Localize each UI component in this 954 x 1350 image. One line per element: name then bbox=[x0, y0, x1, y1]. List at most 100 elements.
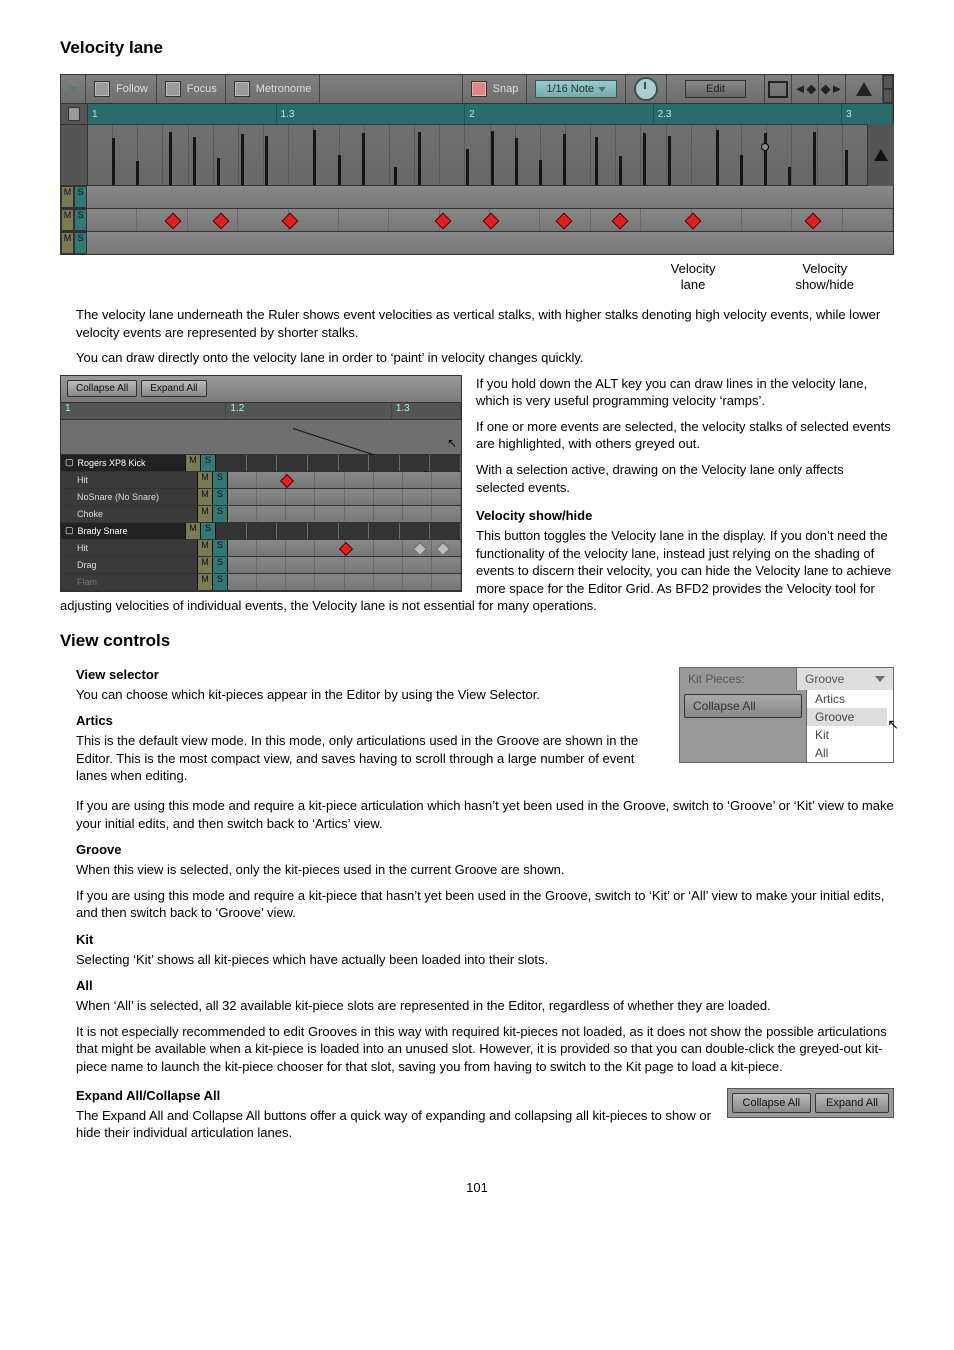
clock-icon bbox=[634, 77, 658, 101]
page-number: 101 bbox=[60, 1180, 894, 1195]
focus-checkbox-icon bbox=[165, 81, 181, 97]
mute-button[interactable]: M bbox=[198, 557, 213, 573]
solo-button[interactable]: S bbox=[201, 523, 216, 539]
ruler-mark: 2.3 bbox=[658, 109, 672, 120]
snap-value-dropdown[interactable]: 1/16 Note bbox=[527, 75, 626, 103]
solo-button[interactable]: S bbox=[74, 186, 87, 208]
solo-button[interactable]: S bbox=[213, 574, 228, 590]
mute-button[interactable]: M bbox=[198, 574, 213, 590]
view-option-groove[interactable]: Groove bbox=[807, 708, 887, 726]
heading-all: All bbox=[76, 978, 894, 993]
view-option-all[interactable]: All bbox=[807, 744, 887, 762]
expand-all-button[interactable]: Expand All bbox=[815, 1093, 889, 1113]
mute-button[interactable]: M bbox=[61, 186, 74, 208]
collapse-all-button[interactable]: Collapse All bbox=[67, 380, 137, 397]
edit-button[interactable]: Edit bbox=[685, 80, 746, 98]
articulation-label[interactable]: Hit bbox=[61, 472, 198, 488]
mute-button[interactable]: M bbox=[61, 232, 74, 254]
mute-button[interactable]: M bbox=[186, 523, 201, 539]
velocity-show-hide-button[interactable] bbox=[867, 124, 894, 186]
chevron-down-icon bbox=[875, 676, 885, 682]
marquee-tool-button[interactable] bbox=[765, 75, 792, 103]
snap-checkbox-icon bbox=[471, 81, 487, 97]
mute-button[interactable]: M bbox=[198, 540, 213, 556]
solo-button[interactable]: S bbox=[213, 557, 228, 573]
arrows-left-icon: ◄◆ bbox=[794, 81, 817, 97]
kit-piece-header[interactable]: ▢Rogers XP8 Kick bbox=[61, 455, 186, 471]
heading-groove: Groove bbox=[76, 842, 894, 857]
solo-button[interactable]: S bbox=[201, 455, 216, 471]
articulation-label[interactable]: NoSnare (No Snare) bbox=[61, 489, 198, 505]
ruler[interactable]: 1 1.2 1.3 bbox=[61, 402, 461, 420]
articulation-label[interactable]: Choke bbox=[61, 506, 198, 522]
solo-button[interactable]: S bbox=[213, 472, 228, 488]
mute-button[interactable]: M bbox=[186, 455, 201, 471]
figure-view-selector: Kit Pieces: Groove Collapse All Artics G… bbox=[679, 667, 894, 763]
metronome-button[interactable]: Metronome bbox=[226, 75, 321, 103]
velocity-lane[interactable] bbox=[60, 125, 894, 186]
figure-velocity-ramp: Collapse All Expand All 1 1.2 1.3 ↖ ▢Rog… bbox=[60, 375, 462, 592]
arrows-right-icon: ◆► bbox=[821, 81, 844, 97]
view-selector-dropdown[interactable]: Groove bbox=[797, 668, 893, 690]
solo-button[interactable]: S bbox=[213, 489, 228, 505]
view-option-artics[interactable]: Artics bbox=[807, 690, 887, 708]
nudge-left-button[interactable]: ◄◆ bbox=[792, 75, 819, 103]
body-text: The velocity lane underneath the Ruler s… bbox=[76, 306, 894, 341]
body-text: When ‘All’ is selected, all 32 available… bbox=[76, 997, 894, 1015]
chevron-down-icon bbox=[598, 87, 606, 92]
expand-all-button[interactable]: Expand All bbox=[141, 380, 206, 397]
collapse-all-button[interactable]: Collapse All bbox=[684, 694, 802, 718]
follow-button[interactable]: Follow bbox=[86, 75, 157, 103]
triangle-up-icon bbox=[874, 149, 888, 161]
articulation-label[interactable]: Hit bbox=[61, 540, 198, 556]
kit-piece-header[interactable]: ▢Brady Snare bbox=[61, 523, 186, 539]
collapse-all-button[interactable]: Collapse All bbox=[732, 1093, 811, 1113]
annotation-velocity-lane: Velocitylane bbox=[671, 261, 716, 292]
ruler[interactable]: 1 1.3 2 2.3 3 bbox=[60, 104, 894, 125]
ruler-mark: 3 bbox=[846, 109, 852, 120]
view-selector-menu: Artics Groove Kit All bbox=[806, 690, 887, 762]
solo-button[interactable]: S bbox=[213, 540, 228, 556]
rectangle-icon bbox=[768, 81, 788, 98]
articulation-label[interactable]: Drag bbox=[61, 557, 198, 573]
nudge-right-button[interactable]: ◆► bbox=[819, 75, 846, 103]
solo-button[interactable]: S bbox=[213, 506, 228, 522]
focus-button[interactable]: Focus bbox=[157, 75, 226, 103]
body-text: If you are using this mode and require a… bbox=[76, 797, 894, 832]
metronome-label: Metronome bbox=[256, 83, 312, 95]
view-selector-value: Groove bbox=[805, 672, 844, 686]
follow-label: Follow bbox=[116, 83, 148, 95]
mute-button[interactable]: M bbox=[198, 472, 213, 488]
track-header-row: M S bbox=[60, 186, 894, 209]
heading-view-controls: View controls bbox=[60, 631, 894, 651]
edit-button-cell: Edit bbox=[667, 75, 765, 103]
tempo-indicator[interactable] bbox=[626, 75, 667, 103]
follow-checkbox-icon bbox=[94, 81, 110, 97]
chevron-down-icon bbox=[69, 87, 77, 92]
track-row[interactable]: M S bbox=[60, 209, 894, 232]
cursor-icon: ↖ bbox=[887, 716, 899, 733]
ruler-handle-icon[interactable] bbox=[68, 107, 80, 121]
ruler-mark: 1 bbox=[61, 403, 226, 419]
velocity-tool-button[interactable] bbox=[846, 75, 883, 103]
mute-button[interactable]: M bbox=[61, 209, 74, 231]
metronome-checkbox-icon bbox=[234, 81, 250, 97]
figure-annotations: Velocitylane Velocityshow/hide bbox=[60, 261, 854, 292]
articulation-label[interactable]: Flam bbox=[61, 574, 198, 590]
body-text: It is not especially recommended to edit… bbox=[76, 1023, 894, 1076]
velocity-lane[interactable]: ↖ bbox=[61, 420, 461, 455]
figure-expand-collapse-buttons: Collapse All Expand All bbox=[727, 1088, 894, 1118]
mute-button[interactable]: M bbox=[198, 506, 213, 522]
snap-value-label: 1/16 Note bbox=[546, 83, 594, 95]
snap-button[interactable]: Snap bbox=[463, 75, 528, 103]
mute-button[interactable]: M bbox=[198, 489, 213, 505]
view-option-kit[interactable]: Kit bbox=[807, 726, 887, 744]
arrow-dropdown-button[interactable] bbox=[61, 75, 86, 103]
solo-button[interactable]: S bbox=[74, 209, 87, 231]
solo-button[interactable]: S bbox=[74, 232, 87, 254]
body-text: Selecting ‘Kit’ shows all kit-pieces whi… bbox=[76, 951, 894, 969]
body-text: You can draw directly onto the velocity … bbox=[76, 349, 894, 367]
focus-label: Focus bbox=[187, 83, 217, 95]
cursor-icon: ↖ bbox=[447, 436, 457, 450]
ruler-mark: 1 bbox=[92, 109, 98, 120]
